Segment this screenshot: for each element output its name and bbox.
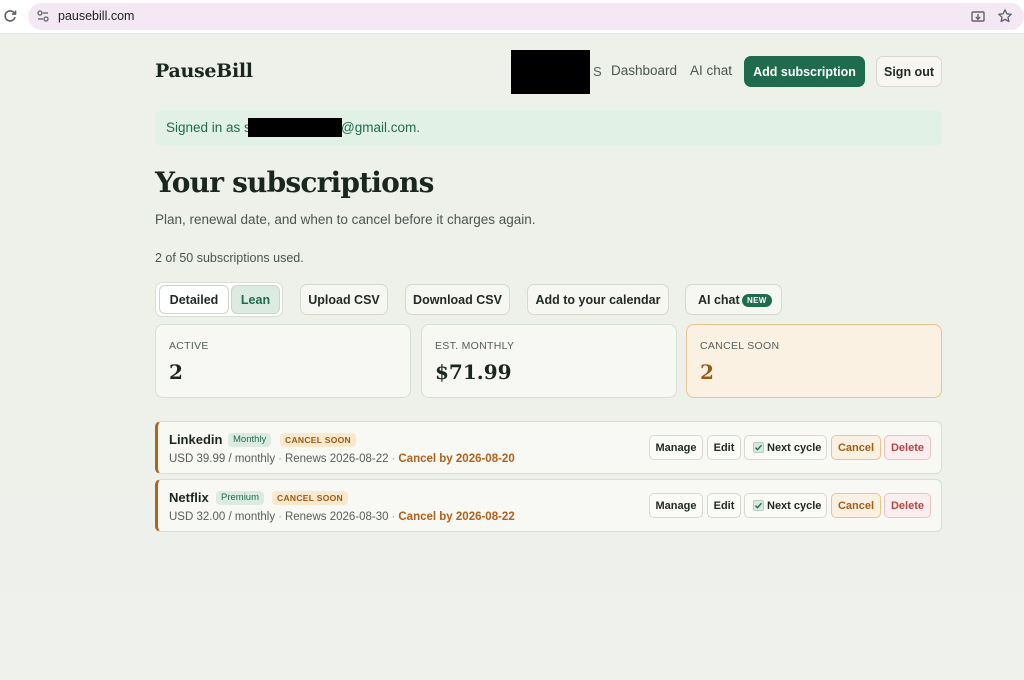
next-cycle-toggle[interactable]: Next cycle xyxy=(744,493,827,518)
signed-in-prefix: Signed in as s xyxy=(166,120,251,135)
view-detailed-button[interactable]: Detailed xyxy=(159,285,229,314)
cancel-button[interactable]: Cancel xyxy=(831,493,881,518)
checkbox-icon xyxy=(753,442,764,453)
stat-card-monthly: EST. MONTHLY $71.99 xyxy=(421,324,677,398)
plan-badge: Premium xyxy=(216,491,265,505)
url-text: pausebill.com xyxy=(58,9,135,23)
add-to-calendar-button[interactable]: Add to your calendar xyxy=(527,284,669,315)
stat-value: $71.99 xyxy=(435,360,512,384)
page-title: Your subscriptions xyxy=(155,166,434,199)
subscription-row: Linkedin Monthly CANCEL SOON USD 39.99 /… xyxy=(155,421,942,474)
stat-value: 2 xyxy=(700,360,714,384)
stat-value: 2 xyxy=(169,360,183,384)
ai-chat-button[interactable]: AI chat NEW xyxy=(685,284,782,315)
bookmark-star-icon[interactable] xyxy=(997,8,1013,24)
next-cycle-toggle[interactable]: Next cycle xyxy=(744,435,827,460)
plan-badge: Monthly xyxy=(228,433,272,447)
edit-button[interactable]: Edit xyxy=(707,435,741,460)
stat-card-active: ACTIVE 2 xyxy=(155,324,411,398)
ai-chat-label: AI chat xyxy=(698,293,740,307)
separator-dot: · xyxy=(391,453,396,465)
redaction-block xyxy=(511,50,590,94)
subscription-price: USD 32.00 / monthly xyxy=(169,511,276,523)
status-badge: CANCEL SOON xyxy=(272,491,348,505)
view-lean-button[interactable]: Lean xyxy=(231,285,280,314)
install-app-icon[interactable] xyxy=(970,9,986,25)
edit-button[interactable]: Edit xyxy=(707,493,741,518)
page-subtitle: Plan, renewal date, and when to cancel b… xyxy=(155,212,536,227)
address-bar[interactable]: pausebill.com xyxy=(28,3,1024,30)
sign-out-button[interactable]: Sign out xyxy=(876,56,942,87)
stat-card-cancel-soon: CANCEL SOON 2 xyxy=(686,324,942,398)
subscription-cancel-by: Cancel by 2026-08-20 xyxy=(398,453,515,465)
separator-dot: · xyxy=(391,511,396,523)
download-csv-button[interactable]: Download CSV xyxy=(405,284,510,315)
subscription-renews: Renews 2026-08-30 xyxy=(284,511,389,523)
upload-csv-button[interactable]: Upload CSV xyxy=(300,284,388,315)
site-settings-icon[interactable] xyxy=(36,9,50,23)
manage-button[interactable]: Manage xyxy=(649,435,703,460)
nav-ai-chat-link[interactable]: AI chat xyxy=(690,63,732,78)
new-badge: NEW xyxy=(742,294,772,307)
next-cycle-label: Next cycle xyxy=(767,441,822,454)
cancel-button[interactable]: Cancel xyxy=(831,435,881,460)
nav-user-initial: S xyxy=(593,64,602,79)
nav-dashboard-link[interactable]: Dashboard xyxy=(611,63,677,78)
delete-button[interactable]: Delete xyxy=(884,435,931,460)
status-badge: CANCEL SOON xyxy=(280,433,356,447)
stat-label: ACTIVE xyxy=(169,340,209,352)
signed-in-suffix: @gmail.com. xyxy=(341,120,420,135)
stat-label: EST. MONTHLY xyxy=(435,340,515,352)
app-logo[interactable]: PauseBill xyxy=(155,60,253,82)
subscription-meta: USD 39.99 / monthly · Renews 2026-08-22 · Ca… xyxy=(169,453,515,465)
subscription-name: Netflix xyxy=(169,490,209,505)
view-toggle: Detailed Lean xyxy=(155,282,283,317)
subscription-row: Netflix Premium CANCEL SOON USD 32.00 / … xyxy=(155,479,942,532)
subscription-name: Linkedin xyxy=(169,432,223,447)
next-cycle-label: Next cycle xyxy=(767,499,822,512)
email-redaction xyxy=(248,118,342,137)
subscription-price: USD 39.99 / monthly xyxy=(169,453,276,465)
checkbox-icon xyxy=(753,500,764,511)
subscription-cancel-by: Cancel by 2026-08-22 xyxy=(398,511,515,523)
subscription-meta: USD 32.00 / monthly · Renews 2026-08-30 · Ca… xyxy=(169,511,515,523)
signed-in-banner: Signed in as s @gmail.com. xyxy=(155,110,942,146)
browser-toolbar: pausebill.com xyxy=(0,0,1024,34)
stat-label: CANCEL SOON xyxy=(700,340,780,352)
separator-dot: · xyxy=(278,511,282,523)
add-subscription-button[interactable]: Add subscription xyxy=(744,56,865,87)
separator-dot: · xyxy=(278,453,282,465)
delete-button[interactable]: Delete xyxy=(884,493,931,518)
manage-button[interactable]: Manage xyxy=(649,493,703,518)
usage-count: 2 of 50 subscriptions used. xyxy=(155,251,304,265)
reload-icon[interactable] xyxy=(2,8,18,24)
subscription-renews: Renews 2026-08-22 xyxy=(284,453,389,465)
